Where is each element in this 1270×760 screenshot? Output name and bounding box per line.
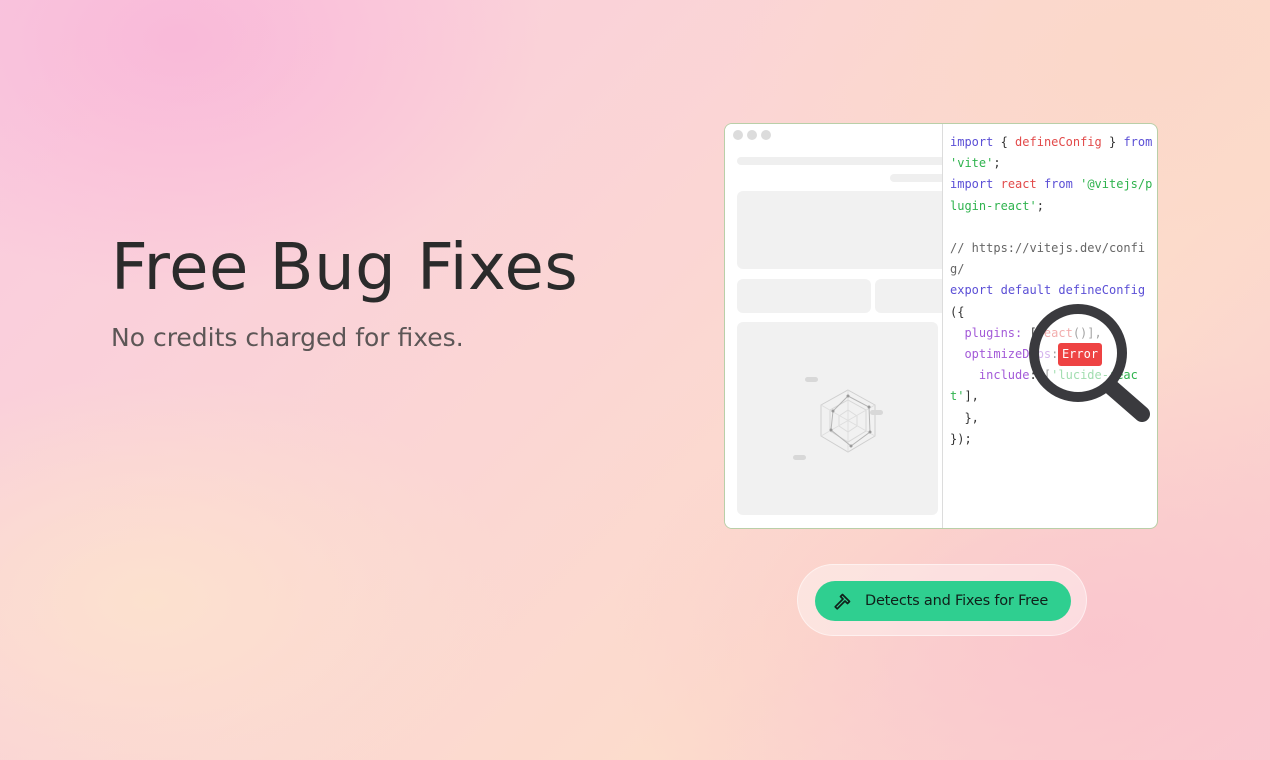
app-preview-pane xyxy=(725,124,943,528)
chart-label-placeholder xyxy=(870,410,883,415)
placeholder-card xyxy=(737,279,871,313)
detects-and-fixes-button[interactable]: Detects and Fixes for Free xyxy=(815,581,1071,621)
code-token: // https://vitejs.dev/config/ xyxy=(950,241,1146,277)
code-token: defineConfig xyxy=(1015,135,1102,149)
code-token: ; xyxy=(993,156,1001,171)
code-line: import react from '@vitejs/plugin-react'… xyxy=(950,174,1157,216)
code-token: ], xyxy=(964,389,979,404)
placeholder-card xyxy=(737,191,942,269)
hammer-icon xyxy=(834,593,851,610)
placeholder-card xyxy=(875,279,942,313)
code-token: 'vite' xyxy=(950,156,994,171)
code-token: }, xyxy=(950,410,979,425)
placeholder-bar xyxy=(737,157,942,165)
code-token: react xyxy=(1000,177,1037,192)
code-token: export xyxy=(950,283,994,298)
code-token: import xyxy=(950,177,994,192)
code-token: }); xyxy=(950,431,972,446)
code-token: defineConfig xyxy=(1058,283,1146,298)
code-token: include xyxy=(978,368,1030,383)
window-controls xyxy=(733,130,771,140)
code-line: import { defineConfig } from 'vite'; xyxy=(950,132,1157,174)
placeholder-bar xyxy=(890,174,942,182)
code-token: plugins: xyxy=(964,325,1023,340)
chart-label-placeholder xyxy=(793,455,806,460)
code-token: from xyxy=(1043,177,1073,192)
code-line: }); xyxy=(950,429,1157,450)
chart-label-placeholder xyxy=(805,377,818,382)
code-line xyxy=(950,217,1157,238)
cta-container: Detects and Fixes for Free xyxy=(797,564,1087,636)
code-token: { xyxy=(993,135,1016,149)
placeholder-chart-card xyxy=(737,322,938,515)
cta-label: Detects and Fixes for Free xyxy=(865,593,1049,609)
window-dot-icon xyxy=(747,130,757,140)
radar-chart-icon xyxy=(820,389,876,453)
code-token: from xyxy=(1123,135,1153,149)
code-token: import xyxy=(950,135,994,149)
error-badge: Error xyxy=(1058,343,1102,366)
code-token: ({ xyxy=(950,304,965,319)
code-token: ; xyxy=(1036,198,1044,213)
hero-subtitle: No credits charged for fixes. xyxy=(111,323,464,352)
code-token: default xyxy=(1000,283,1052,298)
window-dot-icon xyxy=(733,130,743,140)
code-line: // https://vitejs.dev/config/ xyxy=(950,238,1157,280)
window-dot-icon xyxy=(761,130,771,140)
hero-title: Free Bug Fixes xyxy=(111,231,579,305)
code-token: } xyxy=(1101,135,1124,149)
